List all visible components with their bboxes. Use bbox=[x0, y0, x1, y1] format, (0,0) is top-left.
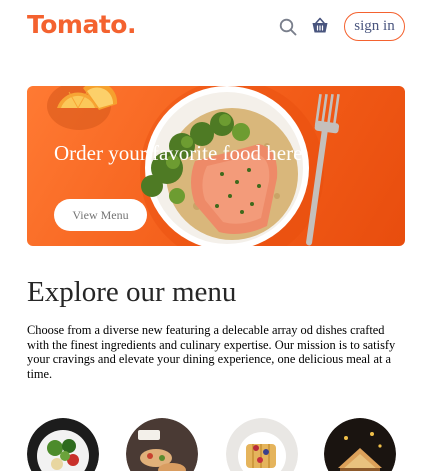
category-rolls[interactable] bbox=[126, 418, 198, 471]
hero-banner: Order your favorite food here View Menu bbox=[27, 86, 405, 246]
sign-in-button[interactable]: sign in bbox=[344, 12, 405, 41]
rolls-image bbox=[126, 418, 198, 471]
search-icon[interactable] bbox=[279, 18, 297, 36]
navbar: Tomato. sign in bbox=[0, 0, 427, 56]
orange-slices-image bbox=[47, 86, 118, 130]
basket-icon[interactable] bbox=[311, 17, 329, 35]
salad-image bbox=[27, 418, 99, 471]
category-desserts[interactable] bbox=[226, 418, 298, 471]
explore-menu-description: Choose from a diverse new featuring a de… bbox=[27, 323, 396, 381]
category-sandwich[interactable] bbox=[324, 418, 396, 471]
brand-logo[interactable]: Tomato. bbox=[27, 10, 136, 39]
explore-menu-heading: Explore our menu bbox=[27, 276, 237, 308]
menu-category-list bbox=[0, 418, 427, 471]
category-salad[interactable] bbox=[27, 418, 99, 471]
desserts-image bbox=[226, 418, 298, 471]
view-menu-button[interactable]: View Menu bbox=[54, 199, 147, 231]
sandwich-image bbox=[324, 418, 396, 471]
hero-title: Order your favorite food here bbox=[54, 141, 303, 165]
